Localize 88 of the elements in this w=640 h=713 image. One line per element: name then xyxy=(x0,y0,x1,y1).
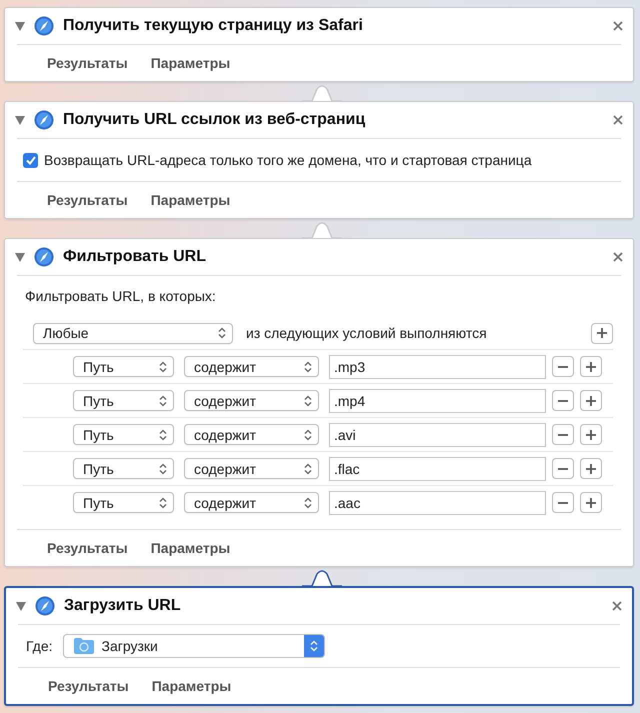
value-field[interactable]: .mp3 xyxy=(329,354,546,378)
match-text: из следующих условий выполняются xyxy=(246,325,488,341)
updown-arrows-icon xyxy=(304,428,312,440)
updown-arrows-icon xyxy=(304,394,312,406)
operator-popup[interactable]: содержит xyxy=(184,356,319,377)
value-field[interactable]: .flac xyxy=(329,456,546,480)
close-icon[interactable] xyxy=(613,252,623,262)
minus-icon xyxy=(558,434,568,436)
action-card[interactable]: Фильтровать URL Фильтровать URL, в которых: Любые из следующих условий выполняются Путь содержит .mp3 Путь содержит .mp4 Путь содержит .avi Путь содержит .flac Путь содержит .aac Результаты Параметры xyxy=(4,238,634,567)
disclosure-triangle-icon[interactable] xyxy=(15,116,25,124)
updown-arrows-icon xyxy=(159,496,167,508)
action-card[interactable]: Получить текущую страницу из Safari Результаты Параметры xyxy=(4,7,634,82)
folder-icon xyxy=(74,638,94,654)
operator-popup[interactable]: содержит xyxy=(184,458,319,479)
updown-arrows-icon xyxy=(310,640,318,652)
updown-arrows-icon xyxy=(304,496,312,508)
add-button[interactable] xyxy=(580,458,602,479)
updown-arrows-icon xyxy=(159,462,167,474)
action-title: Фильтровать URL xyxy=(63,248,207,266)
remove-button[interactable] xyxy=(552,390,574,411)
compass-icon xyxy=(34,110,54,130)
plus-icon xyxy=(597,328,607,338)
plus-icon xyxy=(586,464,596,474)
add-button[interactable] xyxy=(580,356,602,377)
disclosure-triangle-icon[interactable] xyxy=(15,252,25,262)
disclosure-triangle-icon[interactable] xyxy=(15,22,25,30)
minus-icon xyxy=(558,502,568,504)
filter-label: Фильтровать URL, в которых: xyxy=(24,287,217,306)
close-icon[interactable] xyxy=(613,115,623,125)
destination-label: Где: xyxy=(26,638,52,654)
minus-icon xyxy=(558,366,568,368)
folder-popup[interactable]: Загрузки xyxy=(62,634,324,658)
value-field[interactable]: .mp4 xyxy=(329,388,546,412)
remove-button[interactable] xyxy=(552,424,574,445)
field-popup[interactable]: Путь xyxy=(73,390,174,411)
add-button[interactable] xyxy=(591,322,613,344)
action-title: Загрузить URL xyxy=(64,597,182,615)
updown-arrows-icon xyxy=(218,327,226,339)
connector-notch xyxy=(302,85,342,103)
action-card[interactable]: Загрузить URL Где: Загрузки Результаты Параметры xyxy=(4,586,634,706)
compass-icon xyxy=(35,596,55,616)
updown-arrows-icon xyxy=(159,360,167,372)
plus-icon xyxy=(586,396,596,406)
operator-popup[interactable]: содержит xyxy=(184,390,319,411)
footer-tab[interactable]: Параметры xyxy=(150,55,230,71)
value-field[interactable]: .aac xyxy=(329,490,546,514)
action-card[interactable]: Получить URL ссылок из веб-страниц Возвращать URL-адреса только того же домена, что и стартовая страница Результаты Параметры xyxy=(4,101,634,219)
updown-arrows-icon xyxy=(159,428,167,440)
remove-button[interactable] xyxy=(552,356,574,377)
footer-tab[interactable]: Результаты xyxy=(47,192,128,208)
field-popup[interactable]: Путь xyxy=(73,458,174,479)
field-popup[interactable]: Путь xyxy=(73,424,174,445)
plus-icon xyxy=(586,498,596,508)
footer-tab[interactable]: Результаты xyxy=(47,55,128,71)
updown-arrows-icon xyxy=(304,360,312,372)
compass-icon xyxy=(34,247,54,267)
remove-button[interactable] xyxy=(552,492,574,513)
footer-tab[interactable]: Параметры xyxy=(150,540,230,556)
connector-notch xyxy=(302,222,342,240)
minus-icon xyxy=(558,468,568,470)
footer-tab[interactable]: Результаты xyxy=(47,540,128,556)
updown-arrows-icon xyxy=(304,462,312,474)
disclosure-triangle-icon[interactable] xyxy=(16,602,26,610)
close-icon[interactable] xyxy=(613,21,623,31)
add-button[interactable] xyxy=(580,492,602,513)
footer-tab[interactable]: Результаты xyxy=(48,678,129,694)
updown-arrows-icon xyxy=(159,394,167,406)
action-title: Получить текущую страницу из Safari xyxy=(63,17,364,35)
connector-notch xyxy=(302,570,342,588)
value-field[interactable]: .avi xyxy=(329,422,546,446)
remove-button[interactable] xyxy=(552,458,574,479)
compass-icon xyxy=(34,16,54,36)
checkbox-label: Возвращать URL-адреса только того же домена, что и стартовая страница xyxy=(44,152,532,168)
operator-popup[interactable]: содержит xyxy=(184,424,319,445)
add-button[interactable] xyxy=(580,390,602,411)
add-button[interactable] xyxy=(580,424,602,445)
plus-icon xyxy=(586,362,596,372)
minus-icon xyxy=(558,400,568,402)
footer-tab[interactable]: Параметры xyxy=(152,678,232,694)
plus-icon xyxy=(586,430,596,440)
field-popup[interactable]: Путь xyxy=(73,492,174,513)
operator-popup[interactable]: содержит xyxy=(184,492,319,513)
action-title: Получить URL ссылок из веб-страниц xyxy=(63,111,366,129)
close-icon[interactable] xyxy=(612,601,622,611)
footer-tab[interactable]: Параметры xyxy=(150,192,230,208)
checkbox[interactable] xyxy=(23,152,38,168)
field-popup[interactable]: Путь xyxy=(73,356,174,377)
match-popup[interactable]: Любые xyxy=(33,322,233,344)
